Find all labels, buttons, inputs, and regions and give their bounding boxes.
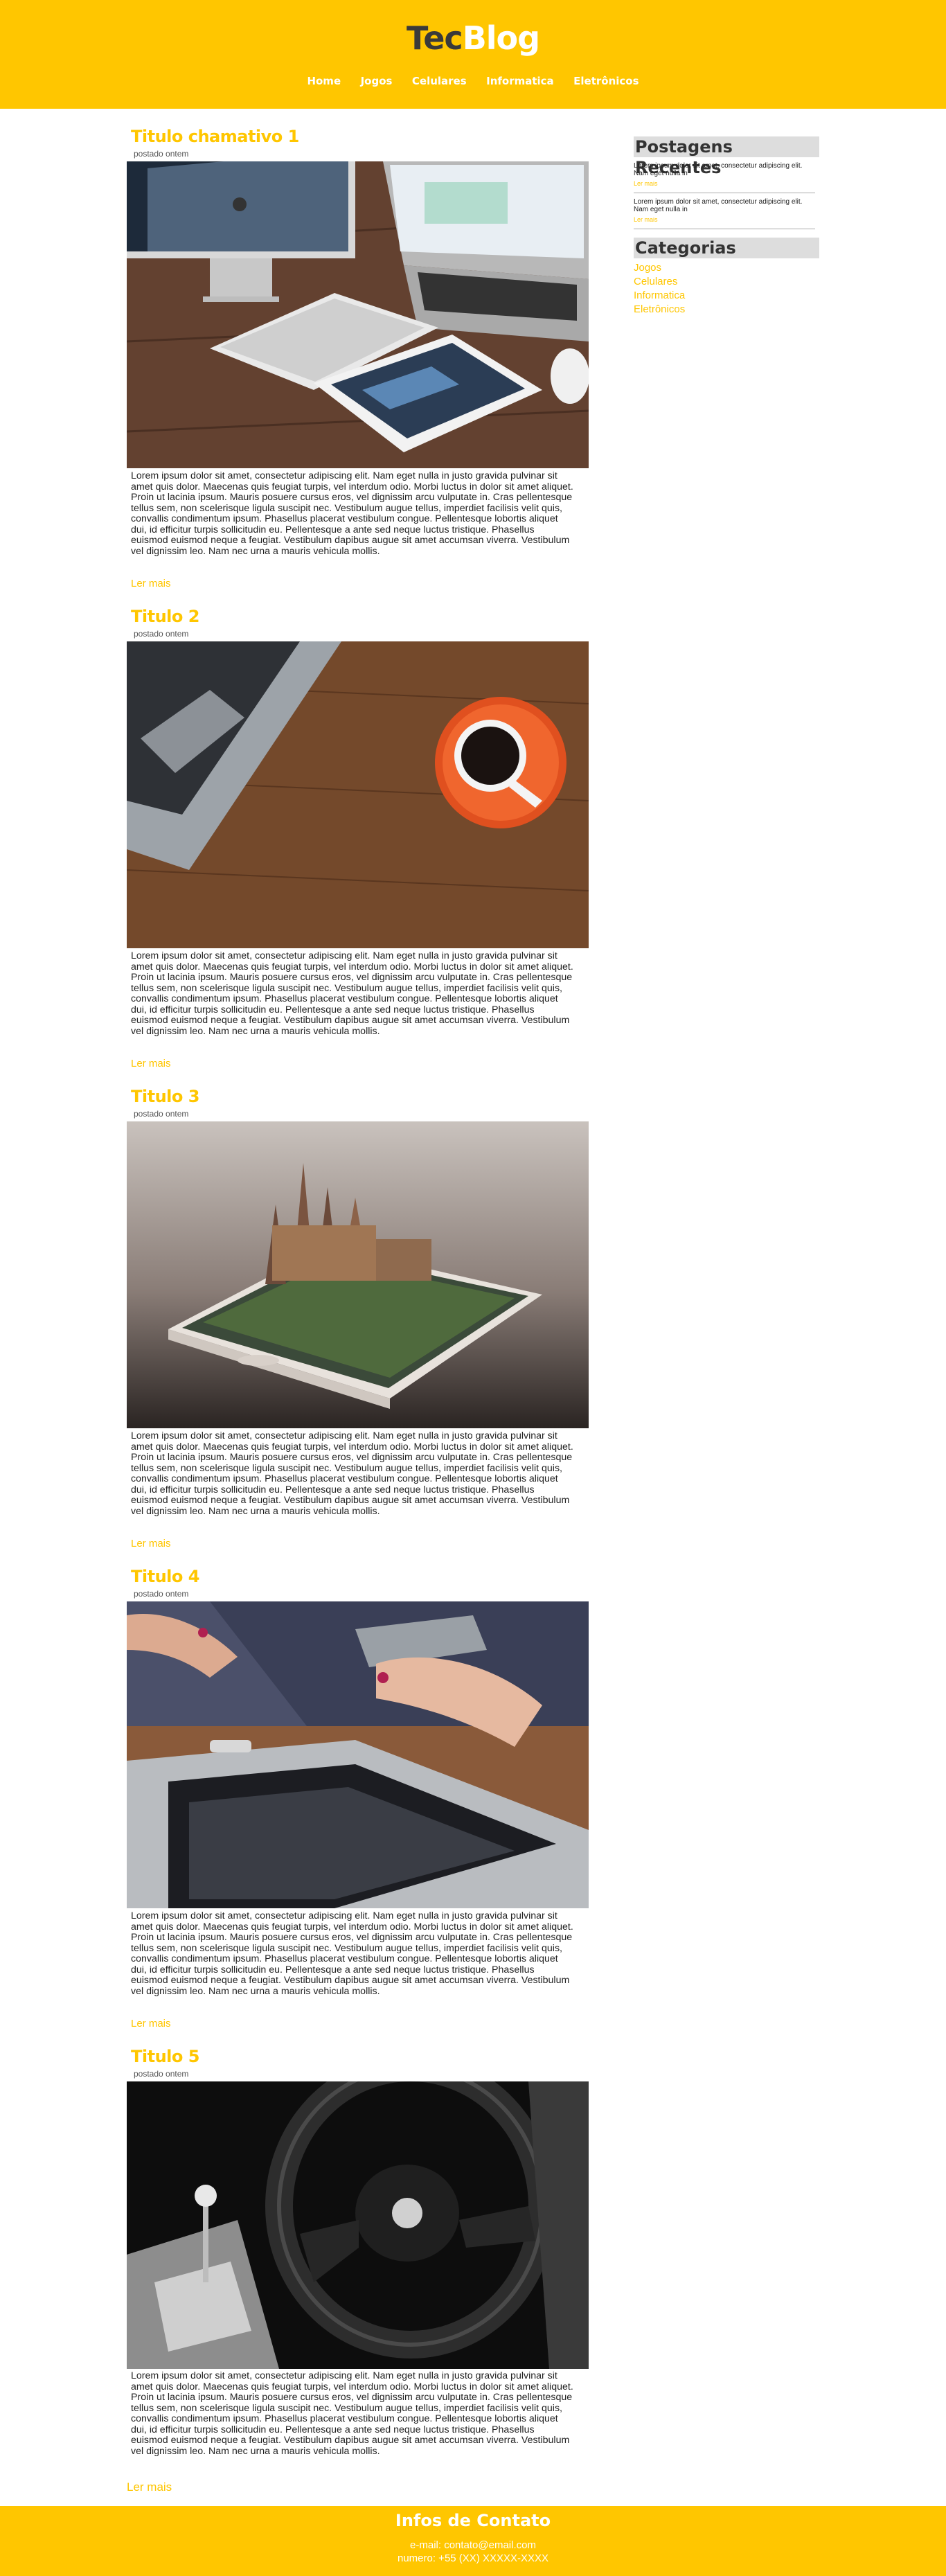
category-celulares[interactable]: Celulares [634,275,819,289]
post-title[interactable]: Titulo 3 [131,1087,199,1106]
nav-jogos[interactable]: Jogos [361,75,393,87]
site-footer: Infos de Contato e-mail: contato@email.c… [0,2506,946,2576]
read-more-link[interactable]: Ler mais [131,2018,171,2029]
post-1: Titulo chamativo 1 postado ontem Lorem i… [127,127,589,607]
recent-post-text: Lorem ipsum dolor sit amet, consectetur … [634,198,803,213]
footer-title: Infos de Contato [395,2511,551,2530]
post-title[interactable]: Titulo chamativo 1 [131,127,299,146]
read-more-link[interactable]: Ler mais [131,1058,171,1069]
nav-home[interactable]: Home [307,75,341,87]
post-title[interactable]: Titulo 2 [131,607,199,626]
post-4: Titulo 4 postado ontem Lorem ipsum dolor… [127,1567,589,2047]
nav-informatica[interactable]: Informatica [486,75,554,87]
recent-post-item: Lorem ipsum dolor sit amet, consectetur … [634,162,815,193]
post-body: Lorem ipsum dolor sit amet, consectetur … [131,1430,573,1517]
logo-part-blog: Blog [462,19,540,57]
post-body: Lorem ipsum dolor sit amet, consectetur … [131,470,573,557]
categories-list: Jogos Celulares Informatica Eletrônicos [634,261,819,317]
categories-heading: Categorias [634,238,819,258]
post-image-imac-desk [127,161,589,468]
post-5: Titulo 5 postado ontem Lorem ipsum dolor… [127,2047,589,2527]
category-informatica[interactable]: Informatica [634,289,819,303]
post-image-steering-wheel [127,2081,589,2369]
post-image-hands-phone-laptop [127,1601,589,1908]
post-image-castle-phone [127,1121,589,1428]
logo-part-tec: Tec [406,19,463,57]
post-body: Lorem ipsum dolor sit amet, consectetur … [131,950,573,1037]
main-nav: Home Jogos Celulares Informatica Eletrôn… [0,75,946,88]
read-more-link[interactable]: Ler mais [131,1538,171,1549]
site-header: TecBlog Home Jogos Celulares Informatica… [0,0,946,109]
category-eletronicos[interactable]: Eletrônicos [634,303,819,317]
recent-post-read-more[interactable]: Ler mais [634,216,815,223]
nav-celulares[interactable]: Celulares [412,75,467,87]
category-jogos[interactable]: Jogos [634,261,819,275]
recent-posts-heading: Postagens Recentes [634,136,819,177]
posts-column: Titulo chamativo 1 postado ontem Lorem i… [127,127,589,2527]
footer-phone: numero: +55 (XX) XXXXX-XXXX [397,2552,548,2564]
post-meta: postado ontem [134,629,189,639]
post-3: Titulo 3 postado ontem Lorem ipsum dolor… [127,1087,589,1567]
categories-section: Categorias Jogos Celulares Informatica E… [634,238,819,317]
post-meta: postado ontem [134,1109,189,1119]
recent-post-item: Lorem ipsum dolor sit amet, consectetur … [634,198,815,229]
post-meta: postado ontem [134,1589,189,1599]
footer-email: e-mail: contato@email.com [410,2539,536,2551]
read-more-link[interactable]: Ler mais [131,578,171,589]
sidebar: Postagens Recentes Lorem ipsum dolor sit… [634,136,819,317]
post-body: Lorem ipsum dolor sit amet, consectetur … [131,1910,573,1997]
post-image-laptop-coffee [127,641,589,948]
post-body: Lorem ipsum dolor sit amet, consectetur … [131,2370,573,2457]
nav-eletronicos[interactable]: Eletrônicos [573,75,639,87]
post-title[interactable]: Titulo 5 [131,2047,199,2066]
post-meta: postado ontem [134,2069,189,2079]
recent-posts-list: Lorem ipsum dolor sit amet, consectetur … [634,162,819,229]
post-meta: postado ontem [134,149,189,159]
post-title[interactable]: Titulo 4 [131,1567,199,1586]
read-more-link[interactable]: Ler mais [127,2480,172,2494]
post-2: Titulo 2 postado ontem Lorem ipsum dolor… [127,607,589,1087]
recent-post-read-more[interactable]: Ler mais [634,180,815,187]
recent-post-text: Lorem ipsum dolor sit amet, consectetur … [634,162,803,177]
site-logo[interactable]: TecBlog [0,19,946,57]
